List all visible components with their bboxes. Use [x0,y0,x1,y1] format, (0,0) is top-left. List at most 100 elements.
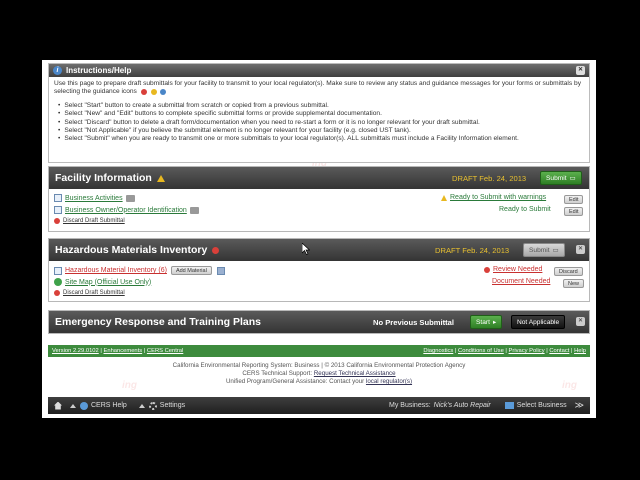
edit-button[interactable]: Edit [564,195,584,204]
discard-draft-link[interactable]: Discard Draft Submittal [63,290,125,296]
caret-up-icon [70,403,76,408]
gear-icon [148,401,157,410]
instructions-body: Use this page to prepare draft submittal… [49,77,589,144]
emergency-title: Emergency Response and Training Plans [55,316,261,328]
collapse-icon[interactable]: ✕ [576,245,585,254]
emergency-status: No Previous Submittal [373,318,455,327]
save-icon[interactable] [216,266,225,275]
error-guidance-icon[interactable] [140,88,147,95]
business-activities-link[interactable]: Business Activities [65,195,123,202]
not-applicable-button[interactable]: Not Applicable [511,315,566,329]
discard-button[interactable]: Discard [554,267,583,276]
business-label: My Business: [389,402,431,409]
bottom-taskbar: CERS Help Settings My Business: Nick's A… [48,397,590,414]
cursor-icon-svg [301,242,311,255]
collapse-icon[interactable]: ✕ [576,66,585,75]
business-owner-link[interactable]: Business Owner/Operator Identification [65,207,187,214]
status-document-needed[interactable]: Document Needed [492,278,550,285]
business-area: My Business: Nick's Auto Repair Select B… [389,400,590,411]
request-assistance-link[interactable]: Request Technical Assistance [314,370,396,377]
conditions-link[interactable]: Conditions of Use [458,348,504,354]
hazmat-header: Hazardous Materials Inventory DRAFT Feb.… [49,239,589,261]
instructions-header[interactable]: i Instructions/Help ✕ [49,64,589,77]
help-icon [80,401,88,410]
enhancements-link[interactable]: Enhancements [103,348,142,354]
error-icon[interactable] [212,246,220,254]
emergency-panel: Emergency Response and Training Plans No… [48,310,590,334]
info-icon: i [53,66,62,75]
form-icon [54,206,62,214]
status-ready-warnings[interactable]: Ready to Submit with warnings [450,194,546,201]
settings-menu[interactable]: Settings [138,401,185,410]
footer-left: Version 2.29.0102 | Enhancements | CERS … [52,348,184,354]
edit-button[interactable]: Edit [564,207,584,216]
cers-help-menu[interactable]: CERS Help [70,401,127,410]
new-button[interactable]: New [563,279,585,288]
warning-icon[interactable] [156,174,165,182]
discard-row: Discard Draft Submittal [54,218,125,224]
error-icon[interactable] [484,266,490,273]
footer-copyright: California Environmental Reporting Syste… [172,362,466,369]
list-item: Select "Not Applicable" if you believe t… [58,127,584,135]
list-item: Business Activities [54,194,135,202]
collapse-icon[interactable]: ✕ [576,317,585,326]
local-regulator-link[interactable]: local regulator(s) [366,378,412,385]
facility-header: Facility Information DRAFT Feb. 24, 2013… [49,167,589,189]
help-link[interactable]: Help [574,348,586,354]
warning-guidance-icon[interactable] [150,88,157,95]
business-name: Nick's Auto Repair [433,402,491,409]
form-icon [54,194,62,202]
print-icon[interactable] [125,194,135,202]
list-item: Select "Start" button to create a submit… [58,102,584,110]
privacy-link[interactable]: Privacy Policy [509,348,545,354]
caret-up-icon [138,403,145,408]
form-icon [54,266,62,275]
start-button[interactable]: Start ▸ [470,315,503,329]
warning-icon[interactable] [441,194,447,201]
contact-link[interactable]: Contact [549,348,569,354]
status-row: Ready to Submit with warnings [441,194,546,201]
globe-icon [54,278,62,286]
version-link[interactable]: Version 2.29.0102 [52,348,99,354]
info-guidance-icon[interactable] [160,88,167,95]
facility-submit-button[interactable]: Submit ▭ [540,171,582,185]
hazmat-inventory-link[interactable]: Hazardous Material Inventory (6) [65,267,167,274]
discard-icon [54,218,60,224]
submit-icon: ▭ [569,175,576,182]
add-material-button[interactable]: Add Material [170,266,212,275]
hazmat-submit-button[interactable]: Submit ▭ [523,243,565,257]
home-icon[interactable] [54,401,62,410]
list-item: Site Map (Official Use Only) [54,278,151,286]
select-business-button[interactable]: Select Business [504,402,567,409]
list-item: Select "Submit" when you are ready to tr… [58,135,584,143]
diagnostics-link[interactable]: Diagnostics [423,348,453,354]
list-item: Select "New" and "Edit" buttons to compl… [58,110,584,118]
discard-icon [54,290,60,296]
app-frame: ing ing ing ing ing i Instructions/Help … [42,60,596,418]
instructions-title: Instructions/Help [66,66,132,75]
facility-title: Facility Information [55,172,152,184]
instructions-list: Select "Start" button to create a submit… [54,102,584,144]
hazmat-draft-date: DRAFT Feb. 24, 2013 [435,246,510,255]
status-review-needed[interactable]: Review Needed [493,266,542,273]
list-item: Hazardous Material Inventory (6) Add Mat… [54,266,228,275]
status-ready: Ready to Submit [499,206,551,213]
hazmat-panel: Hazardous Materials Inventory DRAFT Feb.… [48,238,590,302]
facility-draft-date: DRAFT Feb. 24, 2013 [452,174,527,183]
double-chevron-icon[interactable]: ≫ [575,400,584,411]
instructions-intro: Use this page to prepare draft submittal… [54,80,581,96]
footer-bar: Version 2.29.0102 | Enhancements | CERS … [48,345,590,357]
site-map-link[interactable]: Site Map (Official Use Only) [65,279,151,286]
discard-draft-link[interactable]: Discard Draft Submittal [63,218,125,224]
emergency-header: Emergency Response and Training Plans No… [49,311,589,333]
print-icon[interactable] [189,206,199,214]
list-item: Business Owner/Operator Identification [54,206,199,214]
discard-row: Discard Draft Submittal [54,290,125,296]
status-row: Review Needed [484,266,542,273]
footer-support: CERS Technical Support: Request Technica… [242,370,396,377]
building-icon [504,402,514,409]
submit-icon: ▭ [552,247,559,254]
arrow-icon: ▸ [492,319,497,326]
list-item: Select "Discard" button to delete a draf… [58,119,584,127]
cers-central-link[interactable]: CERS Central [147,348,183,354]
